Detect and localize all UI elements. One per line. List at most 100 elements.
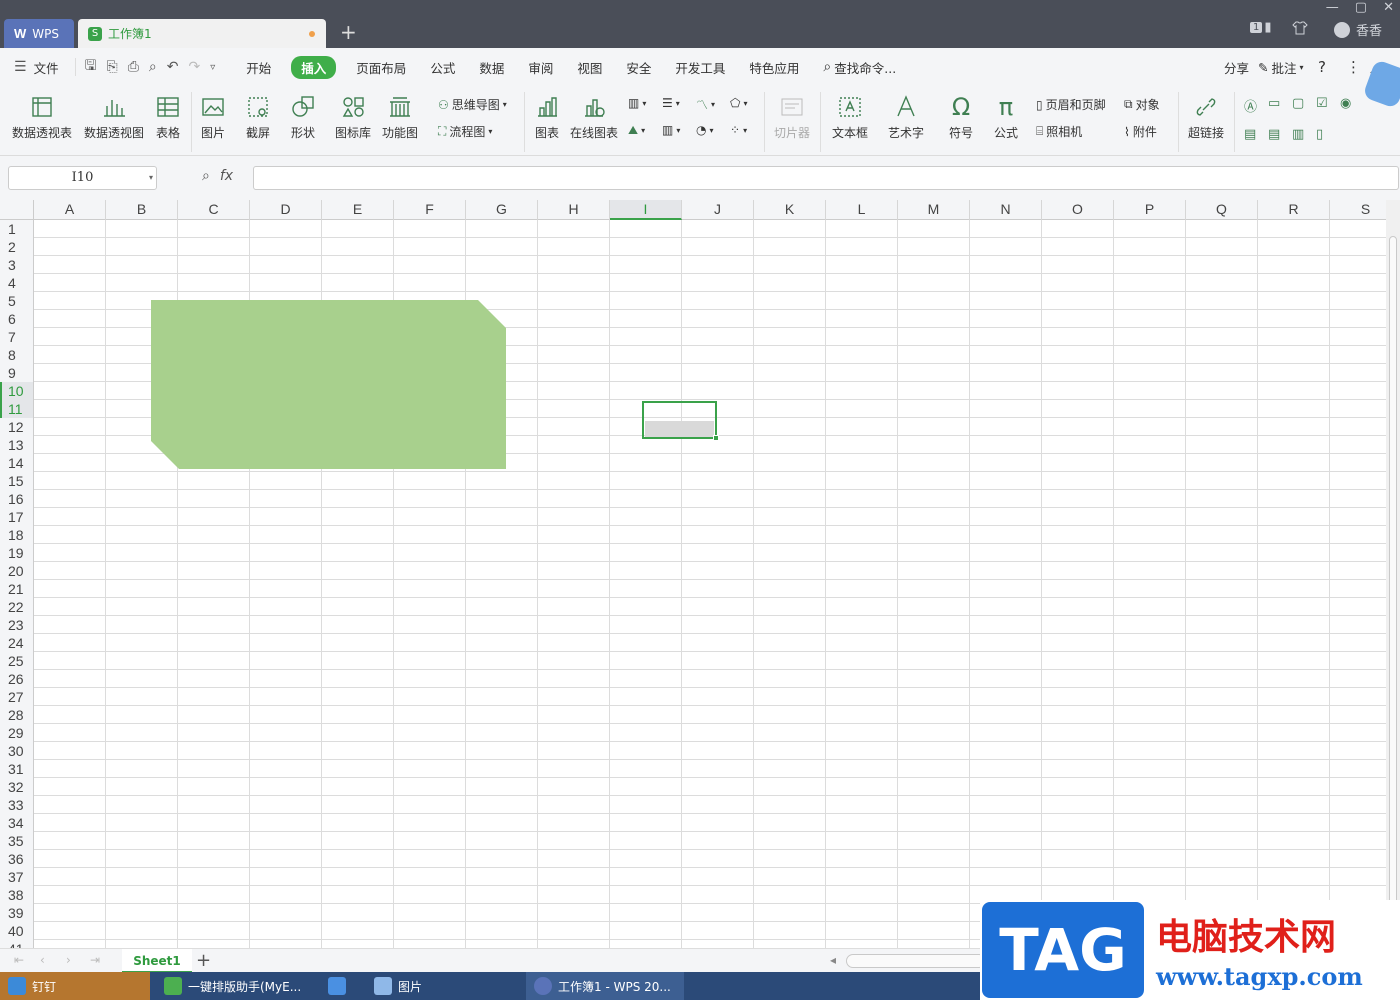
pivot-chart-button[interactable]: 数据透视图: [84, 94, 144, 141]
new-tab-button[interactable]: +: [340, 20, 357, 44]
add-sheet-button[interactable]: +: [196, 950, 211, 971]
row-header[interactable]: 25: [0, 652, 33, 670]
tab-view[interactable]: 视图: [565, 58, 614, 77]
area-chart-dropdown[interactable]: ⛰ ▾: [628, 123, 645, 138]
row-header[interactable]: 29: [0, 724, 33, 742]
row-header[interactable]: 4: [0, 274, 33, 292]
row-header[interactable]: 36: [0, 850, 33, 868]
taskbar-item-bird-app[interactable]: [320, 972, 366, 1000]
line-chart-dropdown[interactable]: 〽 ▾: [696, 96, 715, 113]
online-chart-button[interactable]: 在线图表: [570, 94, 618, 141]
file-menu[interactable]: 文件: [32, 58, 71, 77]
stock-chart-dropdown[interactable]: ▥ ▾: [662, 123, 680, 137]
row-header[interactable]: 9: [0, 364, 33, 382]
redo-icon[interactable]: ↷: [189, 59, 201, 75]
last-sheet-icon[interactable]: ⇥: [90, 953, 100, 967]
listbox-control-icon[interactable]: ▤: [1244, 127, 1268, 142]
camera-button[interactable]: ⌸ 照相机: [1036, 123, 1082, 140]
first-sheet-icon[interactable]: ⇤: [14, 953, 24, 967]
column-header[interactable]: G: [466, 200, 538, 220]
row-header[interactable]: 10: [0, 382, 33, 400]
row-header[interactable]: 13: [0, 436, 33, 454]
next-sheet-icon[interactable]: ›: [66, 953, 71, 967]
row-header[interactable]: 28: [0, 706, 33, 724]
symbol-button[interactable]: Ω 符号: [948, 94, 974, 141]
column-header[interactable]: C: [178, 200, 250, 220]
vertical-scrollbar[interactable]: [1386, 200, 1400, 948]
row-header[interactable]: 5: [0, 292, 33, 310]
cell-area[interactable]: [34, 220, 1386, 948]
mind-map-button[interactable]: ⚇ 思维导图 ▾: [438, 96, 507, 113]
row-header[interactable]: 6: [0, 310, 33, 328]
column-header[interactable]: O: [1042, 200, 1114, 220]
sheet-tab-sheet1[interactable]: Sheet1: [122, 949, 192, 973]
column-header[interactable]: B: [106, 200, 178, 220]
column-header[interactable]: E: [322, 200, 394, 220]
tab-security[interactable]: 安全: [614, 58, 663, 77]
attachment-button[interactable]: ⌇ 附件: [1124, 123, 1157, 140]
column-header[interactable]: S: [1330, 200, 1386, 220]
wordart-button[interactable]: 艺术字: [888, 94, 924, 141]
row-header[interactable]: 7: [0, 328, 33, 346]
pie-chart-dropdown[interactable]: ◔ ▾: [696, 123, 714, 137]
minimize-icon[interactable]: —: [1326, 0, 1339, 15]
save-icon[interactable]: 🖫: [85, 55, 97, 79]
hyperlink-button[interactable]: 超链接: [1188, 94, 1224, 141]
fill-handle[interactable]: [713, 435, 719, 441]
row-header[interactable]: 30: [0, 742, 33, 760]
row-header[interactable]: 1: [0, 220, 33, 238]
row-header[interactable]: 34: [0, 814, 33, 832]
tab-data[interactable]: 数据: [467, 58, 516, 77]
bar-chart-dropdown[interactable]: ☰ ▾: [662, 96, 680, 110]
row-header[interactable]: 26: [0, 670, 33, 688]
row-header[interactable]: 41: [0, 940, 33, 948]
row-header[interactable]: 8: [0, 346, 33, 364]
scatter-chart-dropdown[interactable]: ⁘ ▾: [730, 123, 747, 137]
row-header[interactable]: 22: [0, 598, 33, 616]
select-all-corner[interactable]: [0, 200, 34, 220]
name-box[interactable]: I10 ▾: [8, 166, 157, 190]
checkbox-control-icon[interactable]: ☑: [1316, 96, 1340, 115]
row-header[interactable]: 40: [0, 922, 33, 940]
more-options-icon[interactable]: ⋮: [1346, 58, 1361, 76]
column-header[interactable]: I: [610, 200, 682, 220]
row-header[interactable]: 17: [0, 508, 33, 526]
horizontal-scroll-thumb[interactable]: [846, 954, 986, 968]
column-header[interactable]: D: [250, 200, 322, 220]
row-header[interactable]: 21: [0, 580, 33, 598]
tab-insert[interactable]: 插入: [291, 55, 337, 79]
tab-review[interactable]: 审阅: [516, 58, 565, 77]
screenshot-button[interactable]: 截屏: [245, 94, 271, 141]
insert-function-button[interactable]: fx: [220, 168, 233, 184]
chart-button[interactable]: 图表: [534, 94, 560, 141]
row-header[interactable]: 14: [0, 454, 33, 472]
taskbar-item-wps[interactable]: 工作簿1 - WPS 20...: [526, 972, 684, 1000]
help-button[interactable]: ?: [1318, 58, 1326, 76]
tab-developer[interactable]: 开发工具: [663, 58, 737, 77]
zoom-icon[interactable]: ⌕: [202, 168, 210, 184]
row-header[interactable]: 33: [0, 796, 33, 814]
snipped-corner-rectangle-shape[interactable]: [151, 300, 506, 469]
selected-cell[interactable]: [642, 401, 719, 441]
customize-dropdown-icon[interactable]: ▿: [210, 62, 215, 73]
row-header[interactable]: 27: [0, 688, 33, 706]
row-header[interactable]: 18: [0, 526, 33, 544]
wps-home-tab[interactable]: W WPS: [4, 19, 74, 48]
row-header[interactable]: 39: [0, 904, 33, 922]
row-header[interactable]: 3: [0, 256, 33, 274]
shirt-skin-icon[interactable]: [1292, 20, 1308, 40]
tab-formulas[interactable]: 公式: [418, 58, 467, 77]
column-header[interactable]: J: [682, 200, 754, 220]
row-header[interactable]: 20: [0, 562, 33, 580]
user-account[interactable]: 香香: [1334, 20, 1382, 39]
command-search[interactable]: ⌕ 查找命令...: [811, 58, 908, 77]
comment-button[interactable]: ✎ 批注 ▾: [1246, 58, 1316, 77]
label-control-icon[interactable]: Ⓐ: [1244, 96, 1268, 115]
column-header[interactable]: R: [1258, 200, 1330, 220]
column-header[interactable]: P: [1114, 200, 1186, 220]
flowchart-button[interactable]: ⛶ 流程图 ▾: [438, 123, 492, 140]
column-header[interactable]: K: [754, 200, 826, 220]
prev-sheet-icon[interactable]: ‹: [40, 953, 45, 967]
row-header[interactable]: 19: [0, 544, 33, 562]
column-header[interactable]: F: [394, 200, 466, 220]
